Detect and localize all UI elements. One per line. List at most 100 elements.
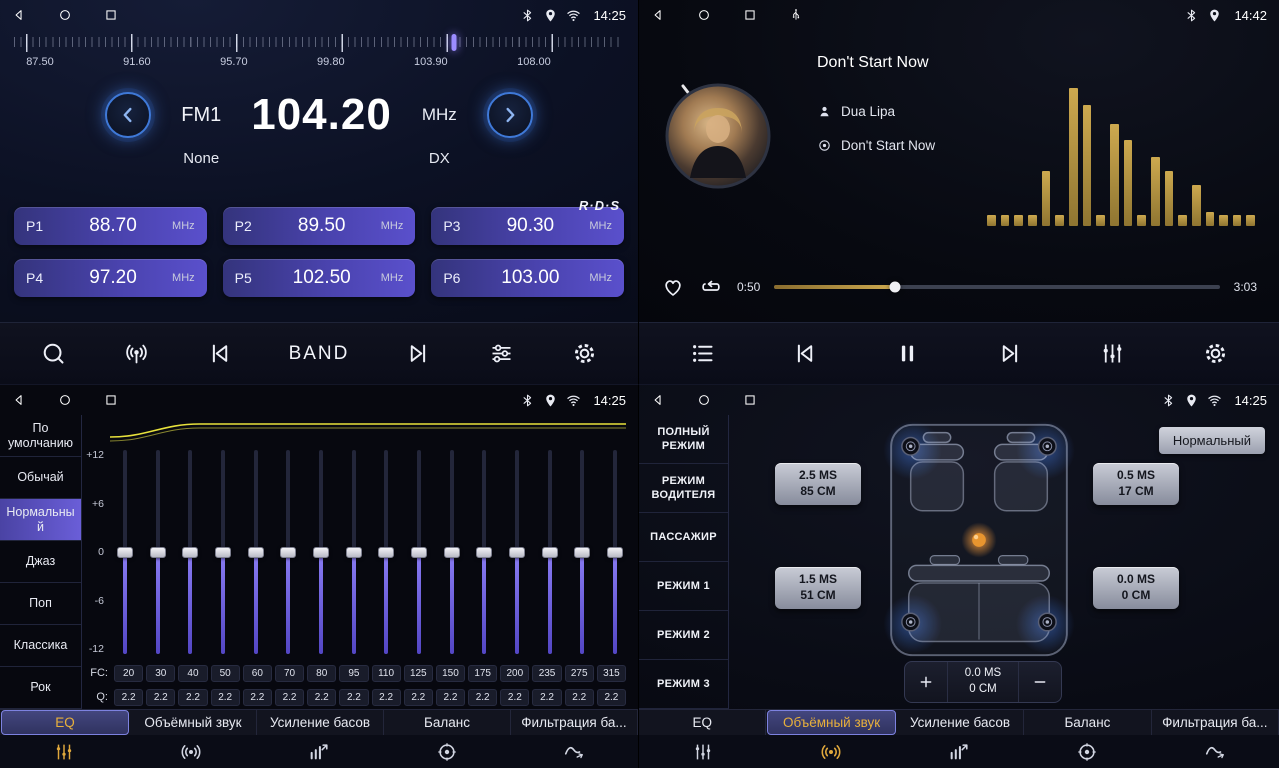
surround-icon[interactable] — [128, 741, 256, 763]
tab-surround-sound[interactable]: Объёмный звук — [130, 710, 257, 735]
tab-filter[interactable]: Фильтрация ба... — [1152, 710, 1279, 735]
eq-sliders-icon[interactable] — [639, 741, 767, 763]
next-icon[interactable] — [997, 340, 1024, 367]
eq-band-slider-13[interactable] — [508, 447, 526, 657]
tune-icon[interactable] — [488, 340, 515, 367]
slider-knob[interactable] — [378, 547, 394, 558]
back-icon[interactable] — [12, 393, 26, 407]
previous-icon[interactable] — [206, 340, 233, 367]
eq-band-slider-6[interactable] — [279, 447, 297, 657]
eq-preset-7[interactable]: Рок — [0, 667, 81, 709]
filter-icon[interactable] — [510, 741, 638, 763]
slider-knob[interactable] — [280, 547, 296, 558]
balance-icon[interactable] — [1023, 741, 1151, 763]
back-icon[interactable] — [651, 8, 665, 22]
preset-p5-button[interactable]: P5102.50MHz — [223, 259, 416, 297]
balance-icon[interactable] — [383, 741, 511, 763]
band-button[interactable]: BAND — [289, 343, 350, 365]
eq-band-slider-15[interactable] — [573, 447, 591, 657]
sidebar-item-driver-mode[interactable]: РЕЖИМ ВОДИТЕЛЯ — [639, 464, 728, 513]
eq-band-slider-3[interactable] — [181, 447, 199, 657]
preset-normal-button[interactable]: Нормальный — [1159, 427, 1265, 454]
tab-balance[interactable]: Баланс — [384, 710, 511, 735]
previous-icon[interactable] — [791, 340, 818, 367]
tab-filter[interactable]: Фильтрация ба... — [511, 710, 638, 735]
settings-icon[interactable] — [571, 340, 598, 367]
back-icon[interactable] — [12, 8, 26, 22]
frequency-dial[interactable]: 87.5091.6095.7099.80103.90108.00 — [14, 34, 624, 78]
eq-band-slider-2[interactable] — [149, 447, 167, 657]
home-icon[interactable] — [58, 393, 72, 407]
usb-icon[interactable] — [789, 8, 803, 22]
tab-bass-boost[interactable]: Усиление басов — [257, 710, 384, 735]
mixer-icon[interactable] — [1099, 340, 1126, 367]
recents-icon[interactable] — [104, 393, 118, 407]
sidebar-item-passenger[interactable]: ПАССАЖИР — [639, 513, 728, 562]
eq-preset-2[interactable]: Обычай — [0, 457, 81, 499]
recents-icon[interactable] — [104, 8, 118, 22]
preset-p6-button[interactable]: P6103.00MHz — [431, 259, 624, 297]
eq-band-slider-9[interactable] — [377, 447, 395, 657]
slider-knob[interactable] — [411, 547, 427, 558]
tab-eq[interactable]: EQ — [639, 710, 766, 735]
sidebar-item-mode-2[interactable]: РЕЖИМ 2 — [639, 611, 728, 660]
playlist-icon[interactable] — [689, 340, 716, 367]
slider-knob[interactable] — [150, 547, 166, 558]
eq-preset-1[interactable]: По умолчанию — [0, 415, 81, 457]
slider-knob[interactable] — [476, 547, 492, 558]
next-icon[interactable] — [405, 340, 432, 367]
back-icon[interactable] — [651, 393, 665, 407]
eq-preset-6[interactable]: Классика — [0, 625, 81, 667]
tab-eq[interactable]: EQ — [1, 710, 129, 735]
tune-down-button[interactable] — [105, 92, 151, 138]
recents-icon[interactable] — [743, 393, 757, 407]
broadcast-icon[interactable] — [123, 340, 150, 367]
surround-icon[interactable] — [767, 741, 895, 763]
slider-knob[interactable] — [574, 547, 590, 558]
home-icon[interactable] — [58, 8, 72, 22]
tune-up-button[interactable] — [487, 92, 533, 138]
eq-band-slider-14[interactable] — [541, 447, 559, 657]
sidebar-item-mode-3[interactable]: РЕЖИМ 3 — [639, 660, 728, 709]
eq-band-slider-16[interactable] — [606, 447, 624, 657]
increase-delay-button[interactable] — [905, 662, 947, 702]
seek-knob[interactable] — [889, 282, 900, 293]
eq-band-slider-12[interactable] — [475, 447, 493, 657]
eq-band-slider-5[interactable] — [247, 447, 265, 657]
home-icon[interactable] — [697, 393, 711, 407]
eq-preset-5[interactable]: Поп — [0, 583, 81, 625]
eq-sliders-icon[interactable] — [0, 741, 128, 763]
eq-band-slider-11[interactable] — [443, 447, 461, 657]
sidebar-item-mode-1[interactable]: РЕЖИМ 1 — [639, 562, 728, 611]
front-right-delay[interactable]: 0.5 MS 17 CM — [1093, 463, 1179, 505]
home-icon[interactable] — [697, 8, 711, 22]
seek-bar[interactable] — [774, 285, 1219, 289]
sidebar-item-full-mode[interactable]: ПОЛНЫЙ РЕЖИМ — [639, 415, 728, 464]
preset-p4-button[interactable]: P497.20MHz — [14, 259, 207, 297]
slider-knob[interactable] — [542, 547, 558, 558]
front-left-delay[interactable]: 2.5 MS 85 CM — [775, 463, 861, 505]
preset-p2-button[interactable]: P289.50MHz — [223, 207, 416, 245]
dial-pointer[interactable] — [451, 34, 456, 51]
slider-knob[interactable] — [313, 547, 329, 558]
bass-boost-icon[interactable] — [895, 741, 1023, 763]
slider-knob[interactable] — [346, 547, 362, 558]
slider-knob[interactable] — [182, 547, 198, 558]
scan-icon[interactable] — [40, 340, 67, 367]
preset-p1-button[interactable]: P188.70MHz — [14, 207, 207, 245]
tab-balance[interactable]: Баланс — [1024, 710, 1151, 735]
eq-band-slider-7[interactable] — [312, 447, 330, 657]
rear-left-delay[interactable]: 1.5 MS 51 CM — [775, 567, 861, 609]
slider-knob[interactable] — [607, 547, 623, 558]
favorite-button[interactable] — [661, 275, 685, 299]
decrease-delay-button[interactable] — [1019, 662, 1061, 702]
filter-icon[interactable] — [1151, 741, 1279, 763]
tab-bass-boost[interactable]: Усиление басов — [897, 710, 1024, 735]
eq-band-slider-10[interactable] — [410, 447, 428, 657]
slider-knob[interactable] — [117, 547, 133, 558]
slider-knob[interactable] — [248, 547, 264, 558]
bass-boost-icon[interactable] — [255, 741, 383, 763]
eq-preset-4[interactable]: Джаз — [0, 541, 81, 583]
rear-right-delay[interactable]: 0.0 MS 0 CM — [1093, 567, 1179, 609]
eq-band-slider-1[interactable] — [116, 447, 134, 657]
